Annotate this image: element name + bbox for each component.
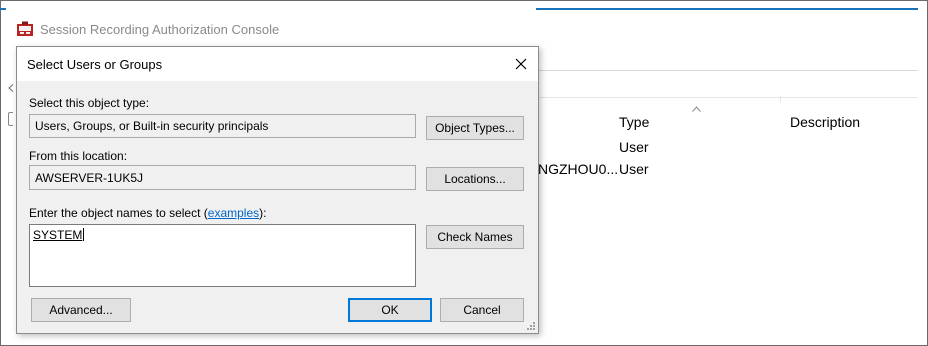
row-1-type: User [619,139,649,155]
list-header-divider [538,97,918,98]
check-names-button[interactable]: Check Names [426,225,524,249]
sort-ascending-icon [692,106,701,112]
locations-button-label: Locations... [444,172,506,186]
object-names-label: Enter the object names to select (exampl… [29,206,266,220]
collapse-arrow-icon[interactable] [8,84,14,92]
object-type-label: Select this object type: [29,96,150,110]
cancel-button[interactable]: Cancel [440,298,524,322]
object-names-label-prefix: Enter the object names to select ( [29,206,208,220]
column-divider[interactable] [780,96,781,102]
object-type-field: Users, Groups, or Built-in security prin… [29,114,416,138]
object-type-value: Users, Groups, or Built-in security prin… [35,119,269,133]
window-accent-right [536,8,918,10]
dialog-titlebar: Select Users or Groups [17,47,538,81]
column-header-type[interactable]: Type [619,114,649,130]
ok-button-label: OK [381,303,399,317]
console-title: Session Recording Authorization Console [40,21,280,37]
object-names-label-suffix: ): [259,206,267,220]
resize-grip-icon[interactable] [526,321,536,331]
row-2-name: NGZHOU0... [538,161,619,177]
close-button[interactable] [510,53,532,75]
toolbar-divider [538,70,918,71]
object-types-button[interactable]: Object Types... [426,116,524,140]
text-caret [83,228,85,241]
dialog-title: Select Users or Groups [27,57,163,72]
object-names-input[interactable]: SYSTEM [29,224,416,287]
examples-link[interactable]: examples [208,206,259,220]
ok-button[interactable]: OK [348,298,432,322]
advanced-button-label: Advanced... [49,303,113,317]
check-names-button-label: Check Names [437,230,513,244]
console-app-icon [17,21,33,36]
left-pane-edge [8,112,13,126]
window-accent-left [0,8,6,10]
location-value: AWSERVER-1UK5J [35,170,144,185]
cancel-button-label: Cancel [463,303,501,317]
column-header-description[interactable]: Description [790,114,860,130]
location-field: AWSERVER-1UK5J [29,165,416,190]
location-label: From this location: [29,149,128,163]
object-names-value: SYSTEM [33,228,83,242]
locations-button[interactable]: Locations... [426,167,524,191]
select-users-dialog: Select Users or Groups Select this objec… [16,46,539,334]
close-icon [515,58,527,70]
row-2-type: User [619,161,649,177]
console-titlebar: Session Recording Authorization Console [16,19,279,39]
object-types-button-label: Object Types... [435,121,515,135]
advanced-button[interactable]: Advanced... [31,298,131,322]
